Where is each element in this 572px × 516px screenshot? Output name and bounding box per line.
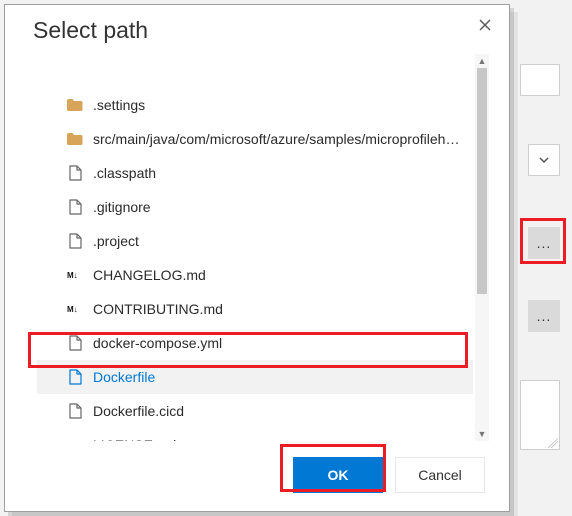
file-row[interactable]: .settings [37, 88, 473, 122]
file-row[interactable]: Dockerfile.cicd [37, 394, 473, 428]
markdown-icon: M↓ [67, 440, 83, 441]
file-name: .classpath [93, 165, 465, 181]
file-row[interactable]: M↓ CHANGELOG.md [37, 258, 473, 292]
file-name: .project [93, 233, 465, 249]
file-row[interactable]: src/main/java/com/microsoft/azure/sample… [37, 122, 473, 156]
file-icon [67, 165, 83, 181]
file-icon [67, 199, 83, 215]
blank-icon [67, 63, 83, 79]
folder-icon [67, 131, 83, 147]
bg-browse-button-1[interactable]: ... [528, 227, 560, 259]
file-name: .gitignore [93, 199, 465, 215]
file-list[interactable]: .settings src/main/java/com/microsoft/azu… [37, 54, 473, 441]
file-row[interactable]: .project [37, 224, 473, 258]
scrollbar[interactable]: ▲ ▼ [475, 54, 489, 441]
bg-dropdown[interactable] [528, 144, 560, 176]
file-row[interactable]: M↓ CONTRIBUTING.md [37, 292, 473, 326]
file-browser: .settings src/main/java/com/microsoft/azu… [37, 54, 489, 441]
bg-browse-button-2[interactable]: ... [528, 300, 560, 332]
file-icon [67, 335, 83, 351]
file-name: LICENSE.md [93, 437, 465, 441]
cancel-button[interactable]: Cancel [395, 457, 485, 493]
file-name: src/main/java/com/microsoft/azure/sample… [93, 131, 465, 147]
markdown-icon: M↓ [67, 304, 83, 314]
file-row[interactable]: M↓ LICENSE.md [37, 428, 473, 441]
markdown-icon: M↓ [67, 270, 83, 280]
file-name: docker-compose.yml [93, 335, 465, 351]
file-row[interactable] [37, 54, 473, 88]
file-icon [67, 369, 83, 385]
bg-field-1[interactable] [520, 64, 560, 96]
folder-icon [67, 97, 83, 113]
file-name: Dockerfile.cicd [93, 403, 465, 419]
chevron-down-icon [538, 154, 550, 166]
ok-button[interactable]: OK [293, 457, 383, 493]
scroll-track[interactable] [475, 68, 489, 427]
file-row[interactable]: docker-compose.yml [37, 326, 473, 360]
dialog-title: Select path [33, 17, 489, 44]
file-row[interactable]: .classpath [37, 156, 473, 190]
scroll-up-button[interactable]: ▲ [475, 54, 489, 68]
file-name: .settings [93, 97, 465, 113]
file-icon [67, 233, 83, 249]
select-path-dialog: Select path .settings src/main/java/com/m… [4, 4, 510, 512]
file-name: CHANGELOG.md [93, 267, 465, 283]
close-button[interactable] [471, 11, 499, 39]
dialog-footer: OK Cancel [5, 441, 509, 511]
scroll-down-button[interactable]: ▼ [475, 427, 489, 441]
file-icon [67, 403, 83, 419]
close-icon [478, 18, 492, 32]
file-name: Dockerfile [93, 369, 465, 385]
scroll-thumb[interactable] [477, 68, 487, 294]
file-row-selected[interactable]: Dockerfile [37, 360, 473, 394]
bg-textarea[interactable] [520, 380, 560, 450]
file-name: CONTRIBUTING.md [93, 301, 465, 317]
file-row[interactable]: .gitignore [37, 190, 473, 224]
dialog-header: Select path [5, 5, 509, 50]
